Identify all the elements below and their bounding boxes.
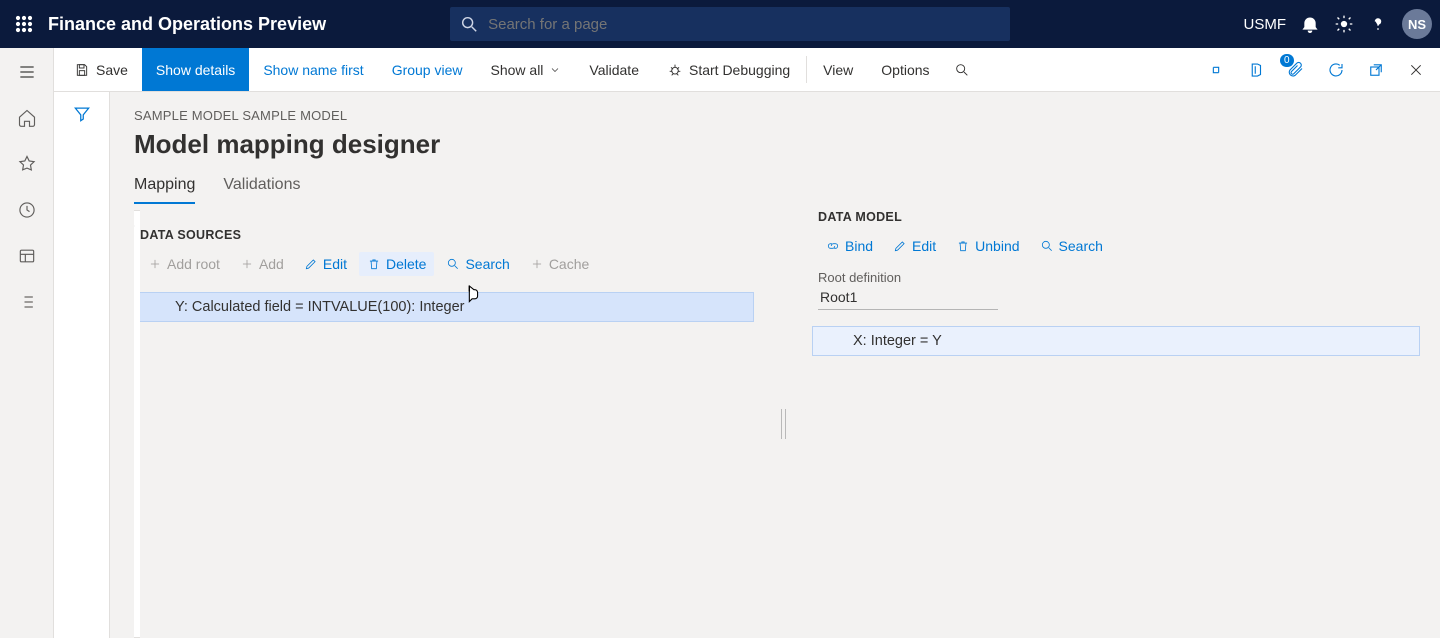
pencil-icon [304,257,318,271]
command-bar: Save Show details Show name first Group … [54,48,1440,92]
find-button[interactable] [944,48,980,91]
root-definition-value[interactable]: Root1 [818,287,998,310]
debug-icon [667,62,683,78]
save-button[interactable]: Save [60,48,142,91]
edit-button[interactable]: Edit [296,252,355,276]
options-menu[interactable]: Options [867,48,943,91]
pointer-cursor-icon [462,284,484,310]
company-code[interactable]: USMF [1244,16,1287,33]
validate-button[interactable]: Validate [575,48,653,91]
data-model-title: DATA MODEL [818,210,1420,224]
pencil-icon [893,239,907,253]
settings-icon[interactable] [1334,14,1354,34]
nav-menu-icon[interactable] [7,54,47,90]
nav-modules-icon[interactable] [7,284,47,320]
close-icon[interactable] [1398,52,1434,88]
nav-recent-icon[interactable] [7,192,47,228]
data-source-row[interactable]: Y: Calculated field = INTVALUE(100): Int… [134,292,754,322]
search-icon [446,257,460,271]
root-definition-label: Root definition [818,270,1420,285]
ds-search-button[interactable]: Search [438,252,517,276]
cache-button[interactable]: Cache [522,252,597,276]
plus-icon [240,257,254,271]
show-name-first-button[interactable]: Show name first [249,48,377,91]
app-launcher-icon[interactable] [8,15,40,33]
nav-favorites-icon[interactable] [7,146,47,182]
add-button[interactable]: Add [232,252,292,276]
filter-icon [72,104,92,124]
link-icon [826,239,840,253]
nav-home-icon[interactable] [7,100,47,136]
attachment-count: 0 [1280,54,1294,67]
plus-icon [148,257,162,271]
search-icon [954,62,970,78]
popout-icon[interactable] [1358,52,1394,88]
nav-workspaces-icon[interactable] [7,238,47,274]
show-details-button[interactable]: Show details [142,48,249,91]
view-menu[interactable]: View [809,48,867,91]
tab-validations[interactable]: Validations [223,170,300,204]
save-icon [74,62,90,78]
filter-column[interactable] [54,92,110,638]
breadcrumb: SAMPLE MODEL SAMPLE MODEL [134,108,1420,123]
pane-splitter[interactable] [774,210,792,638]
dm-search-button[interactable]: Search [1032,234,1111,258]
help-icon[interactable] [1368,14,1388,34]
data-model-row[interactable]: X: Integer = Y [812,326,1420,356]
global-search-input[interactable] [486,15,1000,34]
trash-icon [367,257,381,271]
start-debugging-button[interactable]: Start Debugging [653,48,804,91]
ext-link-icon[interactable] [1198,52,1234,88]
refresh-icon[interactable] [1318,52,1354,88]
user-avatar[interactable]: NS [1402,9,1432,39]
search-icon [460,15,478,33]
plus-icon [530,257,544,271]
tab-mapping[interactable]: Mapping [134,170,195,204]
bind-button[interactable]: Bind [818,234,881,258]
page-title: Model mapping designer [134,129,1420,160]
global-search[interactable] [450,7,1010,41]
show-all-dropdown[interactable]: Show all [477,48,576,91]
app-title: Finance and Operations Preview [48,14,326,35]
attachments-icon[interactable]: 0 [1278,52,1314,88]
search-icon [1040,239,1054,253]
chevron-down-icon [549,64,561,76]
navigation-rail [0,48,54,638]
trash-icon [956,239,970,253]
delete-button[interactable]: Delete [359,252,434,276]
expand-data-source-types[interactable] [134,210,140,638]
unbind-button[interactable]: Unbind [948,234,1027,258]
group-view-button[interactable]: Group view [378,48,477,91]
add-root-button[interactable]: Add root [140,252,228,276]
notifications-icon[interactable] [1300,14,1320,34]
save-label: Save [96,62,128,78]
open-office-icon[interactable] [1238,52,1274,88]
dm-edit-button[interactable]: Edit [885,234,944,258]
data-sources-title: DATA SOURCES [140,228,754,242]
